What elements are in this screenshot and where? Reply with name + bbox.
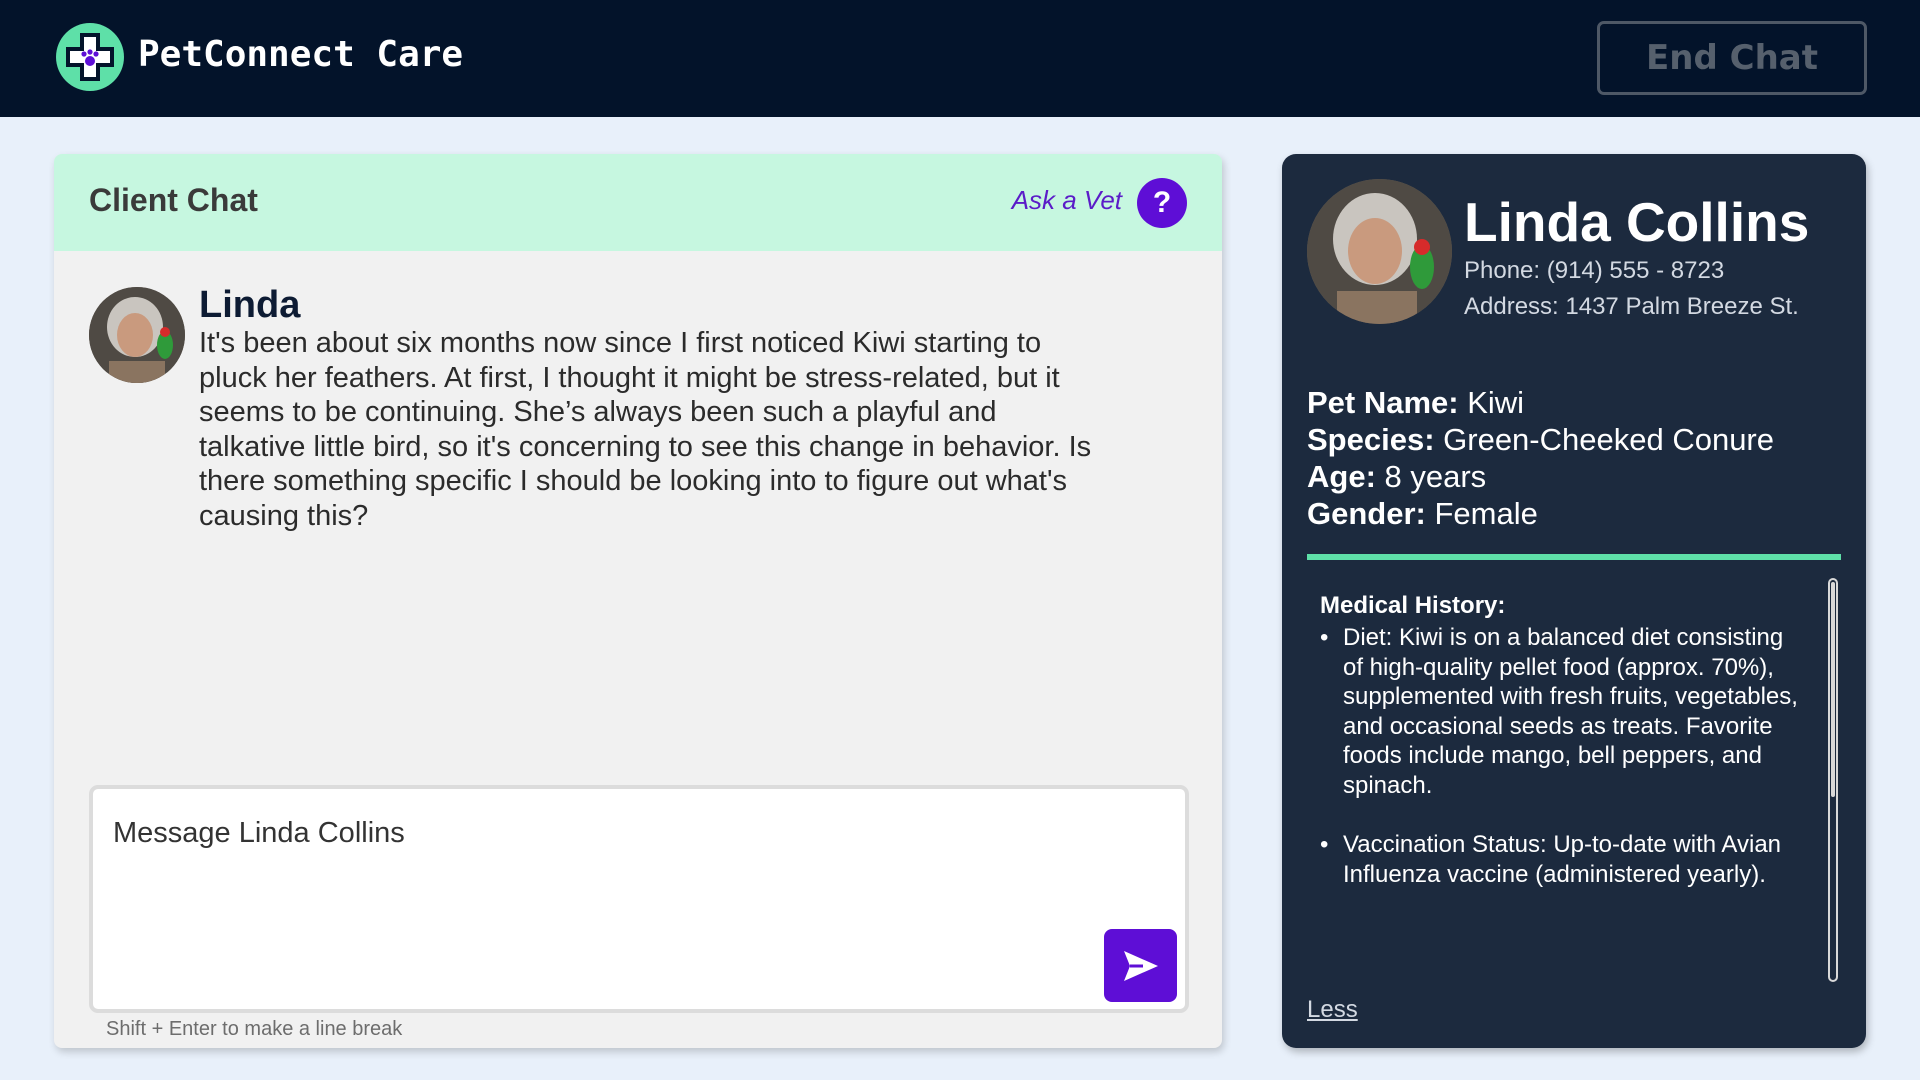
client-phone: Phone: (914) 555 - 8723 — [1464, 257, 1725, 284]
scrollbar-thumb[interactable] — [1831, 582, 1835, 797]
end-chat-button[interactable]: End Chat — [1597, 21, 1867, 95]
chat-header: Client Chat Ask a Vet ? — [54, 154, 1222, 251]
client-name: Linda Collins — [1464, 191, 1810, 253]
pet-age-row: Age: 8 years — [1307, 459, 1487, 494]
pet-gender-row: Gender: Female — [1307, 496, 1538, 531]
ask-vet-link[interactable]: Ask a Vet — [1012, 185, 1122, 216]
send-icon — [1123, 950, 1158, 981]
chat-title: Client Chat — [89, 182, 258, 218]
brand-name: PetConnect Care — [138, 34, 464, 75]
send-button[interactable] — [1104, 929, 1177, 1002]
less-link[interactable]: Less — [1307, 996, 1358, 1024]
message-input[interactable] — [113, 817, 1013, 850]
compose-hint: Shift + Enter to make a line break — [106, 1018, 403, 1040]
paw-cross-icon — [56, 23, 124, 91]
message-text: It's been about six months now since I f… — [199, 327, 1092, 532]
client-avatar — [1307, 179, 1452, 324]
help-icon[interactable]: ? — [1137, 178, 1187, 228]
pet-info: Pet Name: Kiwi Species: Green-Cheeked Co… — [1307, 384, 1774, 532]
divider — [1307, 554, 1841, 560]
list-item: Vaccination Status: Up-to-date with Avia… — [1320, 830, 1800, 889]
message-sender: Linda — [199, 284, 301, 326]
pet-species: Green-Cheeked Conure — [1443, 422, 1774, 457]
chat-panel: Client Chat Ask a Vet ? Linda It's been … — [54, 154, 1222, 1048]
scrollbar[interactable] — [1828, 578, 1838, 982]
client-address: Address: 1437 Palm Breeze St. — [1464, 293, 1799, 320]
pet-species-row: Species: Green-Cheeked Conure — [1307, 422, 1774, 457]
medical-history-title: Medical History: — [1320, 592, 1506, 619]
pet-gender: Female — [1434, 496, 1538, 531]
pet-name: Kiwi — [1467, 385, 1525, 420]
list-item: Diet: Kiwi is on a balanced diet consist… — [1320, 623, 1800, 800]
avatar — [89, 287, 185, 383]
medical-history: Medical History: Diet: Kiwi is on a bala… — [1320, 592, 1800, 982]
message-composer — [89, 785, 1189, 1013]
pet-name-row: Pet Name: Kiwi — [1307, 385, 1525, 420]
pet-age: 8 years — [1384, 459, 1487, 494]
client-panel: Linda Collins Phone: (914) 555 - 8723 Ad… — [1282, 154, 1866, 1048]
medical-history-list: Diet: Kiwi is on a balanced diet consist… — [1320, 623, 1800, 889]
top-bar: PetConnect Care End Chat — [0, 0, 1920, 117]
